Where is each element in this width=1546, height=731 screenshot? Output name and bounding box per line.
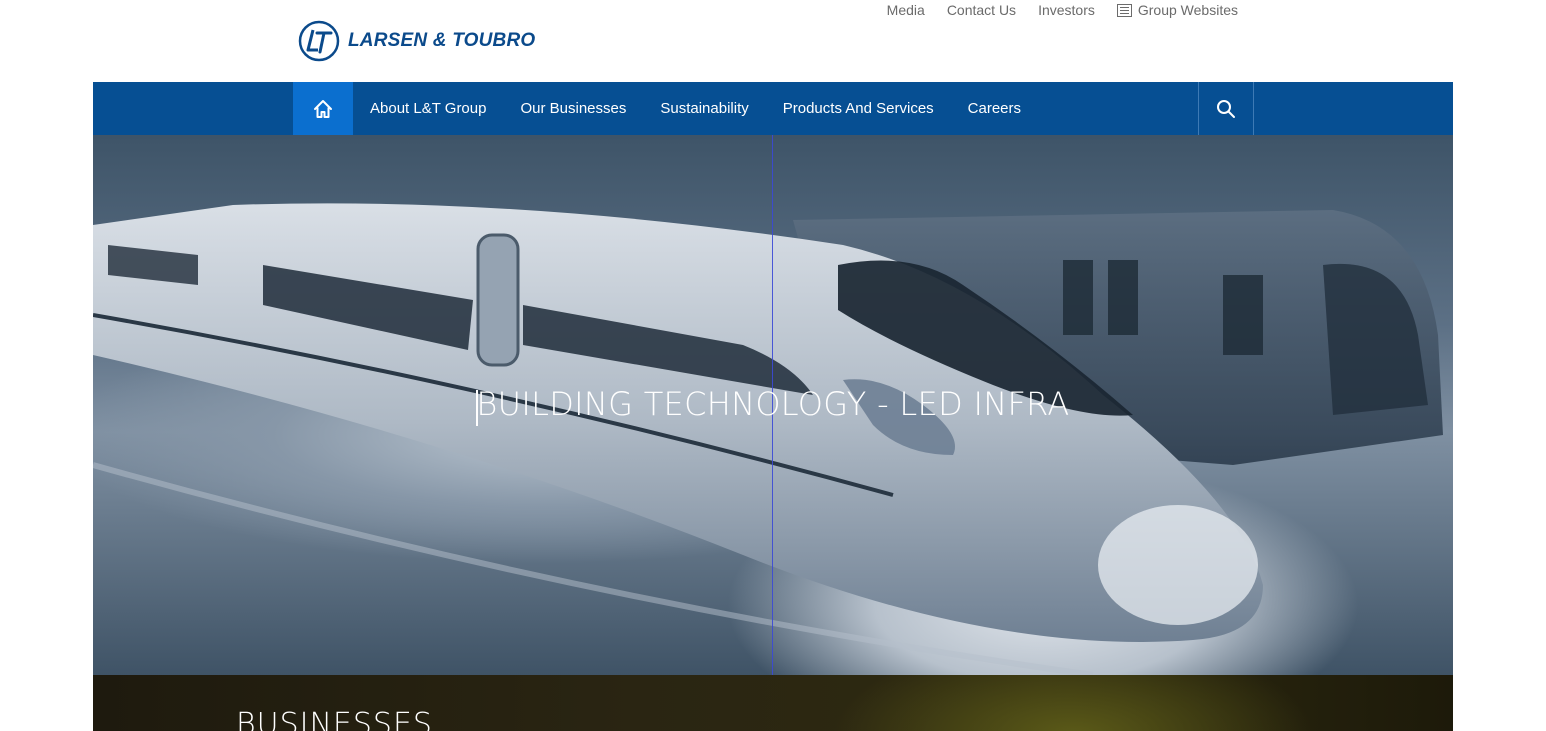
util-link-investors[interactable]: Investors [1038, 2, 1095, 18]
nav-item-businesses[interactable]: Our Businesses [503, 100, 643, 117]
hero-title: BUILDING TECHNOLOGY - LED INFRA [476, 385, 1070, 423]
search-button[interactable] [1198, 82, 1254, 135]
group-websites-link[interactable]: Group Websites [1116, 2, 1238, 18]
search-icon [1217, 99, 1235, 118]
businesses-title: BUSINESSES [236, 707, 433, 731]
home-icon [314, 99, 332, 118]
businesses-section: BUSINESSES [93, 675, 1453, 731]
hero-banner[interactable]: BUILDING TECHNOLOGY - LED INFRA [93, 135, 1453, 675]
nav-items: About L&T Group Our Businesses Sustainab… [353, 82, 1038, 135]
nav-item-products-services[interactable]: Products And Services [766, 100, 951, 117]
brand-logo[interactable]: LARSEN & TOUBRO [298, 20, 535, 62]
list-icon [1116, 3, 1132, 17]
main-nav: About L&T Group Our Businesses Sustainab… [93, 82, 1453, 135]
utility-nav: Media Contact Us Investors Group Website… [887, 2, 1238, 18]
brand-name: LARSEN & TOUBRO [348, 30, 536, 51]
nav-home-button[interactable] [293, 82, 353, 135]
util-link-contact-us[interactable]: Contact Us [947, 2, 1016, 18]
top-header: LARSEN & TOUBRO Media Contact Us Investo… [0, 0, 1546, 82]
nav-item-sustainability[interactable]: Sustainability [643, 100, 765, 117]
nav-item-about[interactable]: About L&T Group [353, 100, 503, 117]
lt-logo-icon [298, 20, 340, 62]
group-websites-label: Group Websites [1137, 2, 1238, 18]
nav-item-careers[interactable]: Careers [951, 100, 1038, 117]
util-link-media[interactable]: Media [887, 2, 925, 18]
